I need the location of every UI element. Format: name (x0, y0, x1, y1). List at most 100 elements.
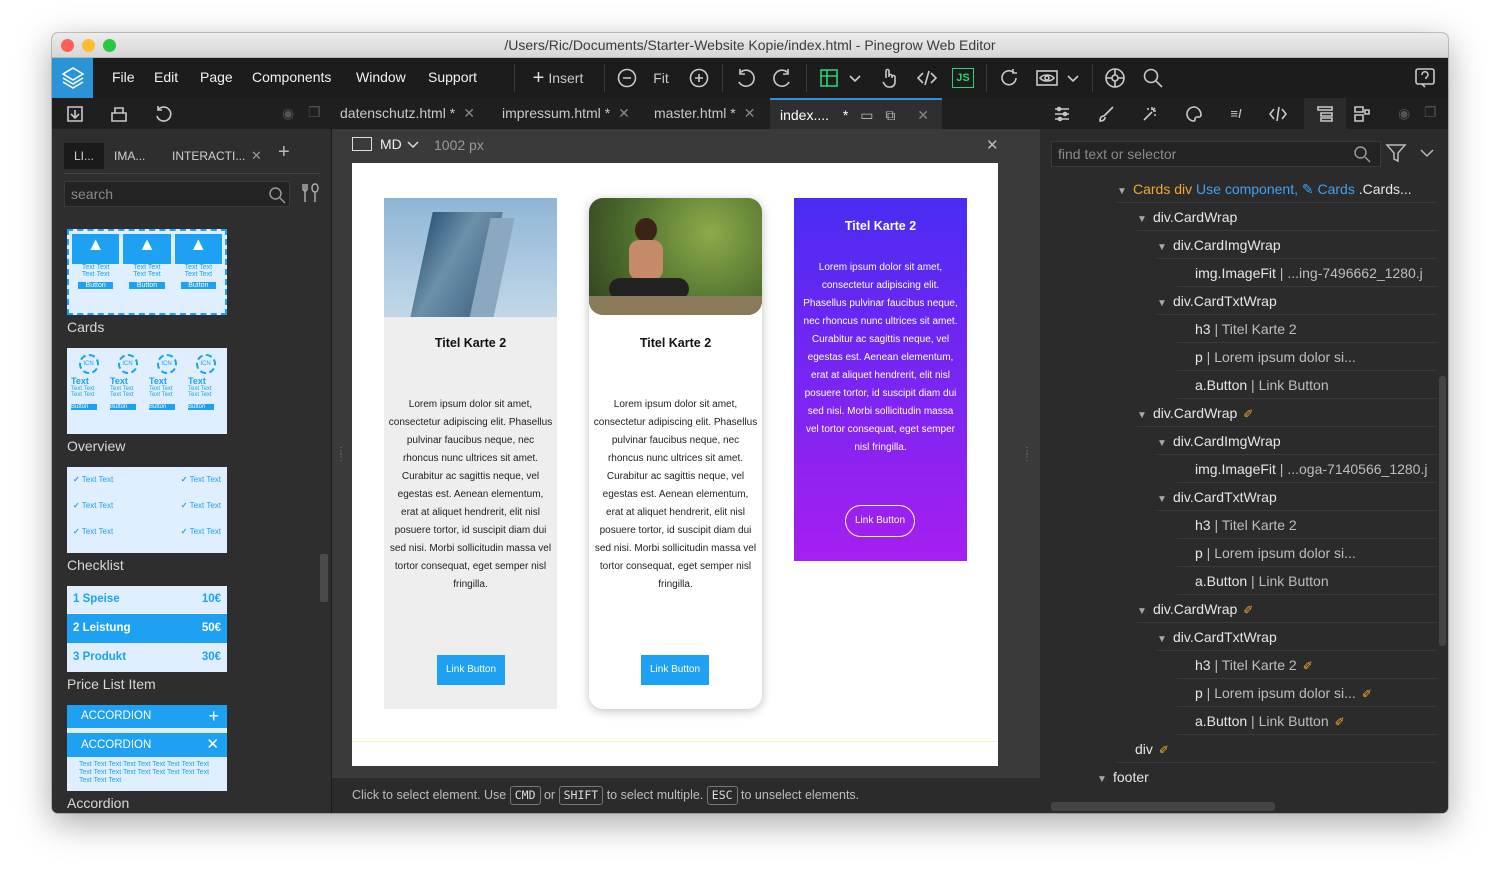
scrollbar[interactable] (320, 554, 328, 602)
components-panel-button[interactable] (1350, 98, 1374, 129)
fit-button[interactable]: Fit (646, 58, 676, 98)
tab-impressum[interactable]: impressum.html * ✕ (502, 98, 630, 129)
link-button[interactable]: Link Button (641, 655, 709, 685)
tree-node[interactable]: a.Button | Link Button (1177, 371, 1437, 399)
menu-edit[interactable]: Edit (154, 69, 178, 85)
tree-node[interactable]: h3 | Titel Karte 2 (1177, 315, 1437, 343)
duplicate-icon[interactable]: ❐ (1424, 104, 1437, 121)
collapse-arrow-icon[interactable]: ▼ (1137, 598, 1153, 622)
tree-node[interactable]: h3 | Titel Karte 2 ✐ (1177, 651, 1437, 679)
effects-panel-button[interactable] (1138, 98, 1162, 129)
zoom-out-button[interactable] (614, 58, 640, 98)
save-button[interactable] (106, 98, 132, 129)
design-panel-button[interactable] (1182, 98, 1206, 129)
link-button[interactable]: Link Button (437, 655, 505, 685)
redo-button[interactable] (770, 58, 796, 98)
js-button[interactable]: JS (950, 58, 976, 98)
collapse-arrow-icon[interactable]: ▼ (1157, 430, 1173, 454)
tree-node[interactable]: img.ImageFit | ...oga-7140566_1280.j (1177, 455, 1437, 483)
collapse-arrow-icon[interactable]: ▼ (1157, 234, 1173, 258)
close-tab-icon[interactable]: ✕ (618, 105, 630, 121)
tree-scrollbar[interactable] (1439, 376, 1446, 646)
tree-node[interactable]: ▼ footer (1097, 763, 1437, 791)
tree-node[interactable]: ▼ div.CardWrap ✐ (1137, 399, 1437, 427)
collapse-arrow-icon[interactable]: ▼ (1097, 766, 1113, 791)
menu-window[interactable]: Window (356, 69, 406, 85)
tree-node[interactable]: ▼ div.CardImgWrap (1157, 427, 1437, 455)
layout-grid-button[interactable] (816, 58, 842, 98)
card-2[interactable]: Titel Karte 2 Lorem ipsum dolor sit amet… (589, 198, 762, 709)
tools-icon[interactable] (300, 182, 322, 204)
link-button[interactable]: Link Button (845, 505, 915, 537)
tree-node[interactable]: div ✐ (1117, 735, 1437, 763)
library-button[interactable] (1102, 58, 1128, 98)
visibility-icon[interactable]: ◉ (1398, 105, 1410, 122)
pencil-icon[interactable]: ✎ (1302, 181, 1314, 197)
import-button[interactable] (62, 98, 88, 129)
chevron-down-icon[interactable] (406, 138, 420, 152)
menu-file[interactable]: File (112, 69, 135, 85)
card-3[interactable]: Titel Karte 2 Lorem ipsum dolor sit amet… (794, 198, 967, 561)
menu-components[interactable]: Components (252, 69, 331, 85)
tab-images[interactable]: IMA... (114, 143, 145, 169)
insert-button[interactable]: + Insert (526, 58, 590, 98)
checklist-thumbnail[interactable]: ✓ Text Text ✓ Text Text ✓ Text Text ✓ Text… (67, 467, 227, 553)
cards-thumbnail[interactable]: ▲ Text Text Text Text Button ▲ Text Text Text… (67, 229, 227, 315)
tree-node-cards[interactable]: ▼ Cards div Use component, ✎ Cards .Cards… (1117, 175, 1437, 203)
tree-node[interactable]: a.Button | Link Button ✐ (1177, 707, 1437, 735)
use-component-link[interactable]: Use component, (1196, 181, 1298, 197)
grid-dropdown-button[interactable] (846, 58, 864, 98)
collapse-arrow-icon[interactable]: ▼ (1117, 178, 1133, 202)
search-button[interactable] (1140, 58, 1166, 98)
device-icon[interactable] (352, 137, 372, 151)
style-panel-button[interactable] (1094, 98, 1118, 129)
tab-interactions[interactable]: INTERACTI... (172, 143, 245, 169)
resize-handle[interactable]: ⋮ ⋮ (1022, 447, 1032, 463)
close-tab-icon[interactable]: ✕ (463, 105, 475, 121)
tree-node[interactable]: ▼ div.CardImgWrap (1157, 231, 1437, 259)
code-view-button[interactable] (914, 58, 940, 98)
resize-handle[interactable]: ⋮ ⋮ (336, 447, 346, 463)
price-list-thumbnail[interactable]: 1 Speise 10€ 2 Leistung 50€ 3 Produkt 30€ (67, 586, 227, 672)
tree-node[interactable]: h3 | Titel Karte 2 (1177, 511, 1437, 539)
accordion-thumbnail[interactable]: ACCORDION + ACCORDION ✕ Text Text Text Tex… (67, 705, 227, 791)
refresh-button[interactable] (996, 58, 1022, 98)
duplicate-icon[interactable]: ❐ (308, 104, 321, 121)
zoom-in-button[interactable] (686, 58, 712, 98)
close-tab-icon[interactable]: ✕ (744, 105, 756, 121)
visibility-icon[interactable]: ◉ (282, 105, 294, 122)
tree-node[interactable]: ▼ div.CardWrap ✐ (1137, 595, 1437, 623)
help-button[interactable] (1412, 58, 1438, 98)
find-input[interactable]: find text or selector (1051, 141, 1381, 167)
tab-library[interactable]: LI... (64, 143, 104, 169)
tree-node[interactable]: p | Lorem ipsum dolor si... ✐ (1177, 679, 1437, 707)
collapse-arrow-icon[interactable]: ▼ (1157, 486, 1173, 510)
menu-support[interactable]: Support (428, 69, 477, 85)
tab-master[interactable]: master.html * ✕ (654, 98, 755, 129)
preview-dropdown-button[interactable] (1064, 58, 1082, 98)
window-icon[interactable]: ▭ (860, 107, 873, 123)
properties-panel-button[interactable] (1050, 98, 1074, 129)
code-panel-button[interactable] (1266, 98, 1290, 129)
overview-thumbnail[interactable]: ICN Text Text Text Text Text Button ICN Text T… (67, 348, 227, 434)
close-icon[interactable]: ✕ (986, 136, 999, 154)
close-tab-icon[interactable]: ✕ (251, 148, 262, 164)
tree-node[interactable]: ▼ div.CardTxtWrap (1157, 623, 1437, 651)
interaction-mode-button[interactable] (876, 58, 902, 98)
open-external-icon[interactable]: ⧉ (885, 107, 895, 123)
text-panel-button[interactable]: ≡I (1224, 98, 1248, 129)
filter-icon[interactable] (1385, 142, 1407, 164)
chevron-down-icon[interactable] (1419, 145, 1435, 161)
tree-node[interactable]: p | Lorem ipsum dolor si... (1177, 343, 1437, 371)
tree-horizontal-scrollbar[interactable] (1051, 802, 1275, 811)
pinegrow-logo-icon[interactable] (52, 58, 93, 98)
menu-page[interactable]: Page (200, 69, 233, 85)
undo-button[interactable] (732, 58, 758, 98)
collapse-arrow-icon[interactable]: ▼ (1137, 206, 1153, 230)
minimize-window-button[interactable] (82, 39, 95, 52)
tree-node[interactable]: ▼ div.CardTxtWrap (1157, 483, 1437, 511)
card-1[interactable]: Titel Karte 2 Lorem ipsum dolor sit amet… (384, 198, 557, 709)
close-tab-icon[interactable]: ✕ (917, 107, 929, 123)
zoom-window-button[interactable] (103, 39, 116, 52)
collapse-arrow-icon[interactable]: ▼ (1157, 626, 1173, 650)
